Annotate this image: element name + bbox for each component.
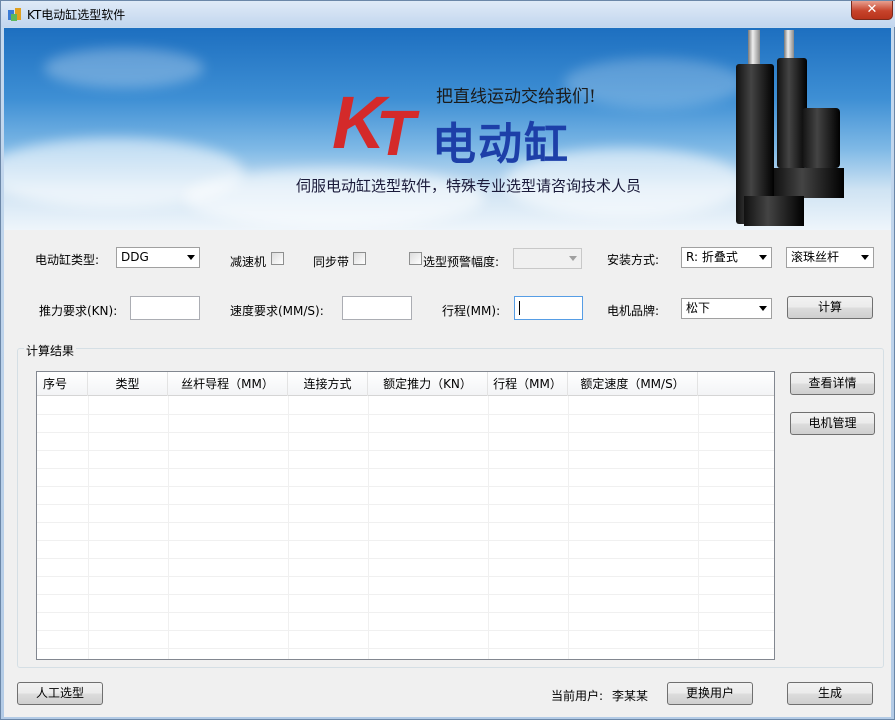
stroke-input[interactable] xyxy=(514,296,583,320)
table-row-line xyxy=(37,450,774,451)
current-user-name: 李某某 xyxy=(612,689,649,703)
generate-button[interactable]: 生成 xyxy=(787,682,873,705)
speed-input[interactable] xyxy=(342,296,412,320)
cylinder-type-label: 电动缸类型: xyxy=(35,253,100,267)
view-details-button[interactable]: 查看详情 xyxy=(790,372,875,395)
switch-user-button[interactable]: 更换用户 xyxy=(667,682,753,705)
table-column-line xyxy=(288,396,289,659)
table-column-line xyxy=(698,396,699,659)
motor-brand-label: 电机品牌: xyxy=(607,304,660,318)
screw-select[interactable]: 滚珠丝杆 xyxy=(786,247,874,268)
text-caret xyxy=(519,301,520,315)
banner-slogan: 把直线运动交给我们! xyxy=(436,87,596,107)
manual-selection-button[interactable]: 人工选型 xyxy=(17,682,103,705)
column-header[interactable]: 类型 xyxy=(88,372,168,396)
app-window: KT电动缸选型软件 ✕ 把直线运动交给我们! K T 电动缸 伺服电动缸选型软件… xyxy=(0,0,895,720)
results-table-header: 序号 类型 丝杆导程（MM） 连接方式 额定推力（KN） 行程（MM） 额定速度… xyxy=(37,372,774,396)
table-row-line xyxy=(37,414,774,415)
table-row-line xyxy=(37,594,774,595)
calculate-button[interactable]: 计算 xyxy=(787,296,873,319)
column-header[interactable]: 丝杆导程（MM） xyxy=(168,372,288,396)
thrust-input[interactable] xyxy=(130,296,200,320)
motor-brand-select[interactable]: 松下 xyxy=(681,298,772,319)
table-row-line xyxy=(37,432,774,433)
speed-label: 速度要求(MM/S): xyxy=(230,304,324,318)
warn-checkbox[interactable] xyxy=(409,252,422,265)
app-icon xyxy=(8,8,21,21)
column-header[interactable]: 额定推力（KN） xyxy=(368,372,488,396)
table-column-line xyxy=(88,396,89,659)
mount-select[interactable]: R: 折叠式 xyxy=(681,247,772,268)
title-bar[interactable]: KT电动缸选型软件 ✕ xyxy=(1,1,895,27)
warn-range-select[interactable] xyxy=(513,248,582,269)
client-area: 把直线运动交给我们! K T 电动缸 伺服电动缸选型软件，特殊专业选型请咨询技术… xyxy=(4,28,891,717)
stroke-label: 行程(MM): xyxy=(442,304,501,318)
column-header[interactable]: 连接方式 xyxy=(288,372,368,396)
table-row-line xyxy=(37,522,774,523)
table-row-line xyxy=(37,540,774,541)
close-button[interactable]: ✕ xyxy=(851,1,893,20)
table-column-line xyxy=(168,396,169,659)
warn-label: 选型预警幅度: xyxy=(423,255,500,269)
chevron-down-icon xyxy=(759,255,767,260)
results-table[interactable]: 序号 类型 丝杆导程（MM） 连接方式 额定推力（KN） 行程（MM） 额定速度… xyxy=(36,371,775,660)
chevron-down-icon xyxy=(861,255,869,260)
motor-brand-value: 松下 xyxy=(686,301,711,315)
results-group-title: 计算结果 xyxy=(24,342,77,359)
column-header[interactable]: 序号 xyxy=(37,372,88,396)
logo-letter-k: K xyxy=(332,81,385,164)
current-user-label: 当前用户: xyxy=(551,689,604,703)
thrust-label: 推力要求(KN): xyxy=(39,304,118,318)
screw-value: 滚珠丝杆 xyxy=(791,250,840,264)
reducer-label: 减速机 xyxy=(230,255,267,269)
logo-letter-t: T xyxy=(376,97,416,169)
table-row-line xyxy=(37,504,774,505)
table-row-line xyxy=(37,630,774,631)
table-row-line xyxy=(37,468,774,469)
table-row-line xyxy=(37,576,774,577)
banner-subtitle: 伺服电动缸选型软件，特殊专业选型请咨询技术人员 xyxy=(296,177,642,195)
chevron-down-icon xyxy=(759,306,767,311)
motor-management-button[interactable]: 电机管理 xyxy=(790,412,875,435)
chevron-down-icon xyxy=(569,256,577,261)
table-row-line xyxy=(37,486,774,487)
cylinder-type-value: DDG xyxy=(121,250,149,264)
banner-image: 把直线运动交给我们! K T 电动缸 伺服电动缸选型软件，特殊专业选型请咨询技术… xyxy=(4,28,891,230)
table-column-line xyxy=(488,396,489,659)
mount-label: 安装方式: xyxy=(607,253,660,267)
column-header[interactable]: 行程（MM） xyxy=(488,372,568,396)
sync-belt-checkbox[interactable] xyxy=(353,252,366,265)
cylinder-type-select[interactable]: DDG xyxy=(116,247,200,268)
column-header[interactable]: 额定速度（MM/S） xyxy=(568,372,698,396)
mount-value: R: 折叠式 xyxy=(686,250,738,264)
table-column-line xyxy=(368,396,369,659)
table-row-line xyxy=(37,612,774,613)
table-row-line xyxy=(37,558,774,559)
reducer-checkbox[interactable] xyxy=(271,252,284,265)
sync-belt-label: 同步带 xyxy=(313,255,350,269)
table-column-line xyxy=(568,396,569,659)
logo-text: 电动缸 xyxy=(432,119,570,170)
table-row-line xyxy=(37,648,774,649)
window-title: KT电动缸选型软件 xyxy=(27,8,126,22)
chevron-down-icon xyxy=(187,255,195,260)
